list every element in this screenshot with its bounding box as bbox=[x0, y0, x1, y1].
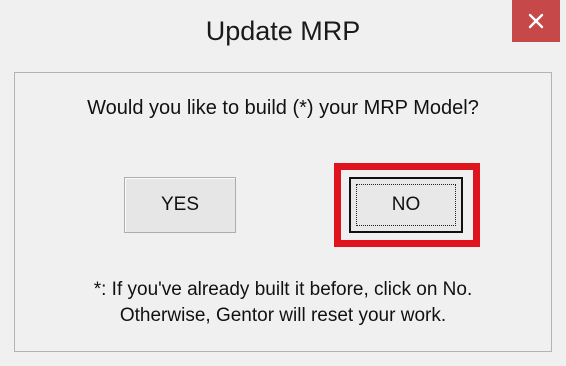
no-button-label: NO bbox=[391, 194, 421, 215]
no-button[interactable]: NO bbox=[349, 177, 463, 233]
close-icon bbox=[528, 13, 544, 29]
note-line-2: Otherwise, Gentor will reset your work. bbox=[119, 305, 447, 326]
yes-button[interactable]: YES bbox=[124, 177, 236, 233]
prompt-message: Would you like to build (*) your MRP Mod… bbox=[87, 97, 479, 119]
yes-button-label: YES bbox=[160, 194, 200, 215]
close-button[interactable] bbox=[512, 0, 560, 42]
dialog-title: Update MRP bbox=[205, 16, 361, 46]
title-bar: Update MRP bbox=[0, 0, 566, 72]
note-line-1: *: If you've already built it before, cl… bbox=[93, 279, 473, 300]
dialog-window: Update MRP Would you like to build (*) y… bbox=[0, 0, 566, 366]
dialog-body: Would you like to build (*) your MRP Mod… bbox=[14, 72, 552, 352]
